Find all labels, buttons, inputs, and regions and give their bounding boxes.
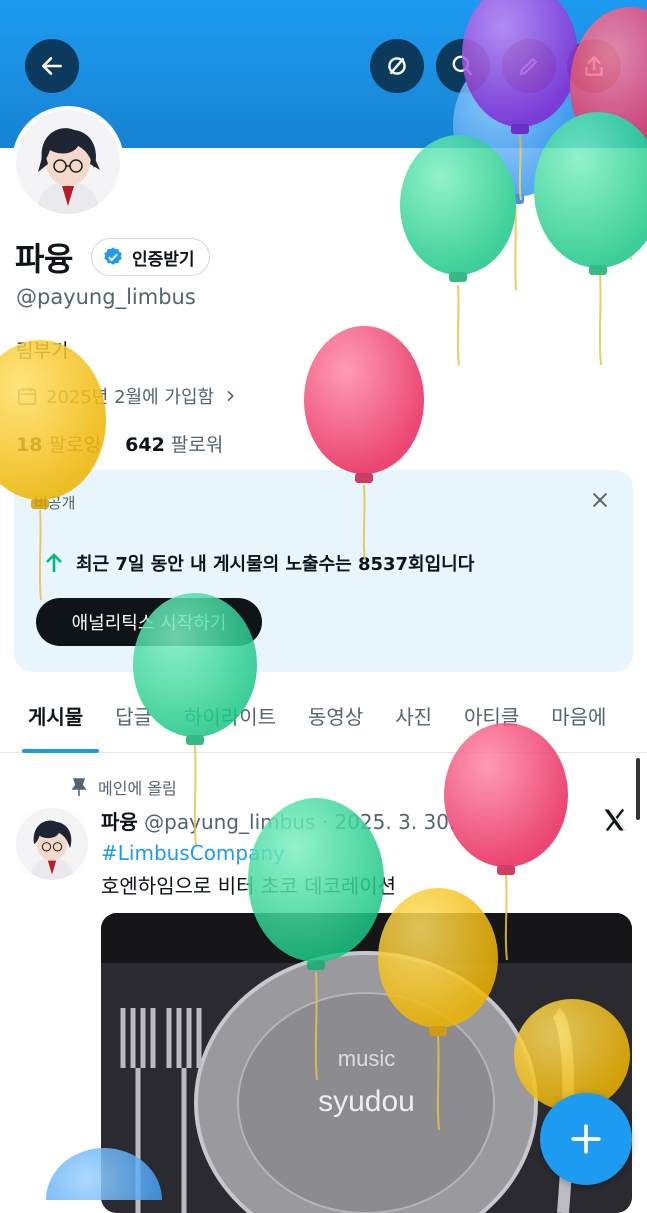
pinned-indicator: 메인에 올림 xyxy=(70,775,177,799)
back-button[interactable] xyxy=(25,39,79,93)
scrollbar[interactable] xyxy=(636,758,640,820)
following-count: 18 xyxy=(16,434,43,456)
x-logo-icon xyxy=(601,806,629,838)
post-date[interactable]: · 2025. 3. 30. xyxy=(322,810,456,834)
pinned-label: 메인에 올림 xyxy=(98,779,177,798)
joined-date[interactable]: 2025년 2월에 가입함 xyxy=(16,383,238,409)
impressions-text: 최근 7일 동안 내 게시물의 노출수는 8537회입니다 xyxy=(76,554,475,575)
post-author-handle[interactable]: @payung_limbus xyxy=(144,810,315,834)
followers-count: 642 xyxy=(125,434,165,456)
get-verified-label: 인증받기 xyxy=(132,249,195,270)
followers-link[interactable]: 642 팔로워 xyxy=(125,434,223,456)
tab-posts[interactable]: 게시물 xyxy=(0,690,100,753)
share-icon xyxy=(585,56,603,76)
avatar-illustration xyxy=(16,110,120,214)
analytics-card: 비공개 최근 7일 동안 내 게시물의 노출수는 8537회입니다 애널리틱스 … xyxy=(14,470,633,672)
tab-videos[interactable]: 동영상 xyxy=(292,690,379,752)
followers-label: 팔로워 xyxy=(170,434,224,456)
compose-button[interactable] xyxy=(540,1093,632,1185)
plus-icon xyxy=(571,1124,601,1154)
close-icon[interactable] xyxy=(589,488,611,518)
profile-name: 파융 xyxy=(15,240,73,278)
get-verified-button[interactable]: 인증받기 xyxy=(91,238,210,276)
tab-photos[interactable]: 사진 xyxy=(379,690,448,752)
search-button[interactable] xyxy=(436,39,490,93)
profile-handle: @payung_limbus xyxy=(16,285,196,309)
verified-badge-icon xyxy=(104,247,122,265)
arrow-left-icon xyxy=(42,57,62,75)
post-author-avatar[interactable] xyxy=(16,808,88,880)
follow-stats: 18 팔로잉 642 팔로워 xyxy=(16,430,223,457)
media-caption-music: music xyxy=(337,1046,396,1071)
tab-highlights[interactable]: 하이라이트 xyxy=(168,690,292,752)
joined-date-text: 2025년 2월에 가입함 xyxy=(46,387,215,408)
pencil-icon xyxy=(519,57,538,76)
tab-replies[interactable]: 답글 xyxy=(99,690,168,752)
following-label: 팔로잉 xyxy=(48,434,101,456)
pin-icon xyxy=(71,778,87,796)
profile-avatar[interactable] xyxy=(12,106,124,218)
tab-articles[interactable]: 아티클 xyxy=(448,690,535,752)
arrow-up-icon xyxy=(46,553,62,572)
share-button[interactable] xyxy=(567,39,621,93)
post-hashtag[interactable]: #LimbusCompany xyxy=(101,841,285,865)
post-author-name[interactable]: 파융 xyxy=(101,810,138,834)
no-signal-icon xyxy=(388,57,406,75)
following-link[interactable]: 18 팔로잉 xyxy=(16,434,101,456)
impressions-message: 최근 7일 동안 내 게시물의 노출수는 8537회입니다 xyxy=(44,550,474,576)
edit-button[interactable] xyxy=(502,39,556,93)
profile-tabs: 게시물 답글 하이라이트 동영상 사진 아티클 마음에 xyxy=(0,690,647,753)
post-text: 호엔하임으로 비터 초코 데코레이션 xyxy=(101,874,397,898)
post-header: 파융 @payung_limbus · 2025. 3. 30. xyxy=(101,806,455,835)
calendar-icon xyxy=(17,387,37,406)
search-icon xyxy=(452,55,473,76)
start-analytics-button[interactable]: 애널리틱스 시작하기 xyxy=(36,598,262,646)
profile-bio: 림부기 xyxy=(16,340,69,362)
mute-button[interactable] xyxy=(370,39,424,93)
private-label: 비공개 xyxy=(34,494,76,512)
tab-likes[interactable]: 마음에 xyxy=(535,690,622,752)
chevron-right-icon xyxy=(227,390,234,402)
